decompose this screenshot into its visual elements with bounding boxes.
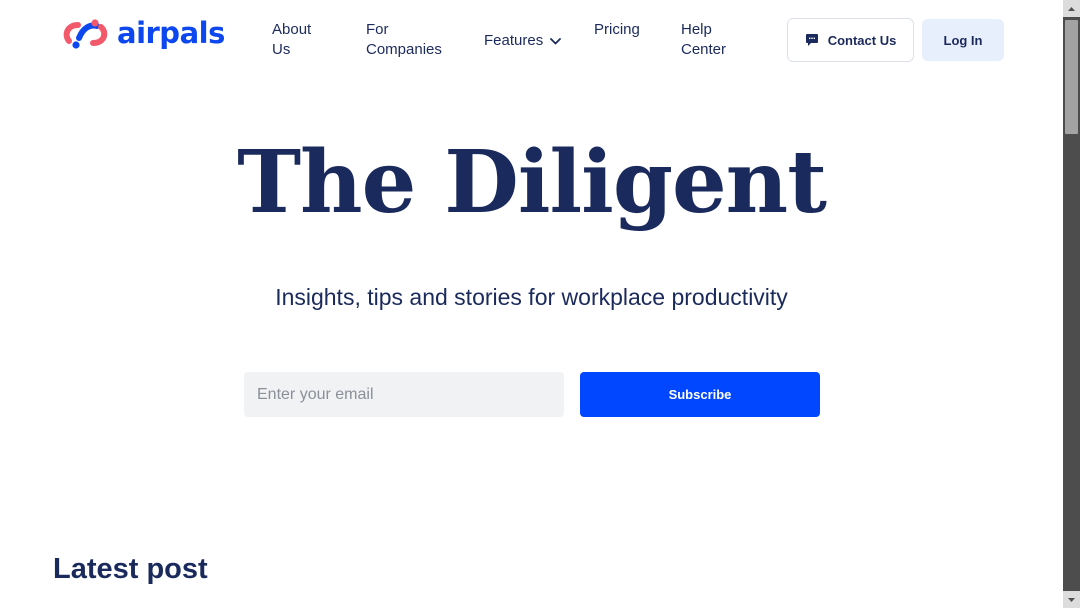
scroll-down-arrow-icon <box>1068 597 1075 602</box>
subscribe-button[interactable]: Subscribe <box>580 372 820 417</box>
email-input[interactable] <box>244 372 564 417</box>
hero-subtitle: Insights, tips and stories for workplace… <box>275 284 788 310</box>
site-header: airpals About Us For Companies Features … <box>0 0 1063 82</box>
chat-icon <box>805 34 818 46</box>
page: airpals About Us For Companies Features … <box>0 0 1063 608</box>
nav-features-label: Features <box>484 32 544 49</box>
airpals-logo-icon <box>63 19 108 49</box>
scroll-up-button[interactable] <box>1063 0 1080 17</box>
chevron-down-icon <box>550 37 562 44</box>
scroll-up-arrow-icon <box>1068 6 1075 11</box>
nav-for-companies[interactable]: For Companies <box>366 20 456 60</box>
nav-help-center[interactable]: Help Center <box>681 20 741 60</box>
scroll-track[interactable] <box>1063 17 1080 591</box>
nav-features[interactable]: Features <box>484 31 562 51</box>
brand-logo[interactable]: airpals <box>59 16 225 52</box>
brand-name: airpals <box>117 16 225 50</box>
vertical-scrollbar[interactable] <box>1063 0 1080 608</box>
nav-about-us[interactable]: About Us <box>272 20 332 60</box>
scroll-thumb[interactable] <box>1065 20 1078 134</box>
hero-title: The Diligent <box>237 132 827 233</box>
scroll-down-button[interactable] <box>1063 591 1080 608</box>
log-in-button[interactable]: Log In <box>922 19 1004 61</box>
contact-us-label: Contact Us <box>827 32 897 48</box>
latest-post-heading: Latest post <box>53 553 208 585</box>
nav-pricing[interactable]: Pricing <box>594 20 640 40</box>
contact-us-button[interactable]: Contact Us <box>787 18 914 62</box>
